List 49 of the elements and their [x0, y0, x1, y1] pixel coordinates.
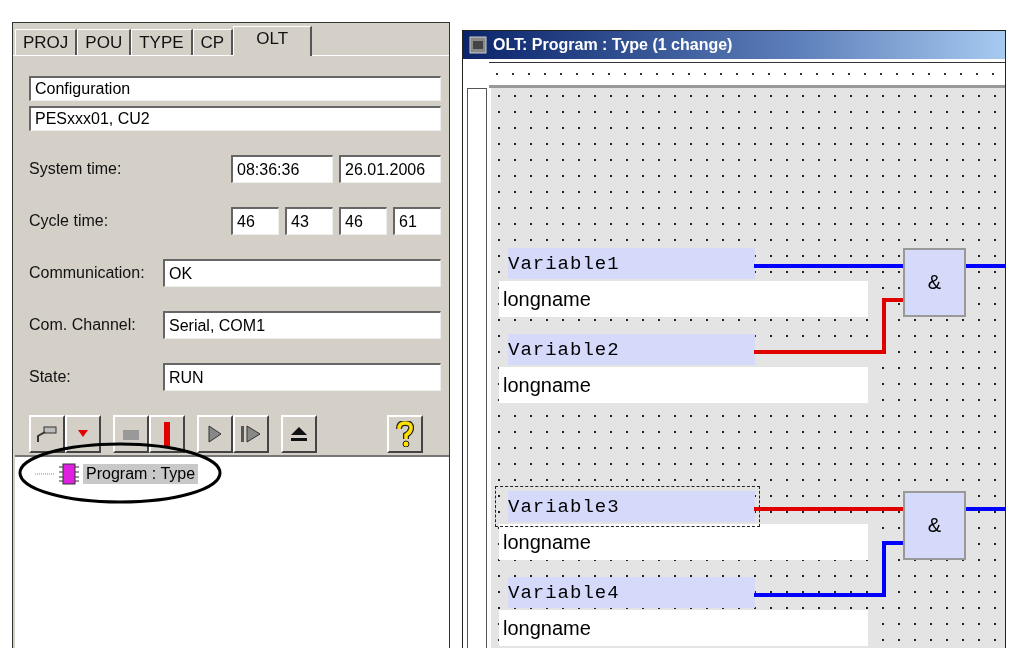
- value-field[interactable]: 61: [393, 207, 441, 235]
- tree-item[interactable]: Program : Type: [83, 464, 199, 484]
- stop-button[interactable]: [113, 415, 149, 453]
- value-field[interactable]: 46: [231, 207, 279, 235]
- value-field[interactable]: OK: [163, 259, 441, 287]
- connect-button[interactable]: [29, 415, 65, 453]
- chip-icon: [59, 463, 79, 485]
- step-icon: [240, 425, 262, 443]
- field-label: Communication:: [29, 264, 146, 282]
- window-title: OLT: Program : Type (1 change): [493, 36, 733, 54]
- help-icon: [396, 421, 414, 447]
- device-field[interactable]: PESxxx01, CU2: [29, 106, 441, 131]
- value-field[interactable]: 43: [285, 207, 333, 235]
- bar-icon: [164, 422, 170, 446]
- value-field[interactable]: 26.01.2006: [339, 155, 441, 183]
- eject-icon: [290, 426, 308, 442]
- longname-label: longname: [499, 367, 868, 403]
- value-field[interactable]: Serial, COM1: [163, 311, 441, 339]
- tree-line-icon: [35, 472, 55, 476]
- value-field[interactable]: 46: [339, 207, 387, 235]
- and-gate[interactable]: &: [903, 248, 966, 317]
- value-field[interactable]: RUN: [163, 363, 441, 391]
- arrow-down-icon: [78, 430, 88, 438]
- longname-label: longname: [499, 524, 868, 560]
- tab[interactable]: POU: [77, 29, 132, 55]
- play-icon: [208, 425, 222, 443]
- run-button[interactable]: [197, 415, 233, 453]
- field-label: Com. Channel:: [29, 316, 137, 334]
- eject-button[interactable]: [281, 415, 317, 453]
- field-label: System time:: [29, 160, 123, 178]
- tab[interactable]: OLT: [233, 26, 313, 56]
- help-button[interactable]: [387, 415, 423, 453]
- download-button[interactable]: [65, 415, 101, 453]
- field-label: State:: [29, 368, 72, 386]
- stop-icon: [123, 428, 139, 440]
- step-button[interactable]: [233, 415, 269, 453]
- longname-label: longname: [499, 281, 868, 317]
- variable-block[interactable]: Variable3: [495, 486, 760, 527]
- and-gate[interactable]: &: [903, 491, 966, 560]
- reset-button[interactable]: [149, 415, 185, 453]
- tab[interactable]: PROJ: [15, 29, 78, 55]
- field-label: Cycle time:: [29, 212, 110, 230]
- plug-icon: [36, 424, 58, 444]
- window-icon: [469, 36, 487, 54]
- value-field[interactable]: 08:36:36: [231, 155, 333, 183]
- longname-label: longname: [499, 610, 868, 646]
- tab[interactable]: TYPE: [131, 29, 193, 55]
- tab[interactable]: CP: [192, 29, 234, 55]
- configuration-field[interactable]: Configuration: [29, 76, 441, 101]
